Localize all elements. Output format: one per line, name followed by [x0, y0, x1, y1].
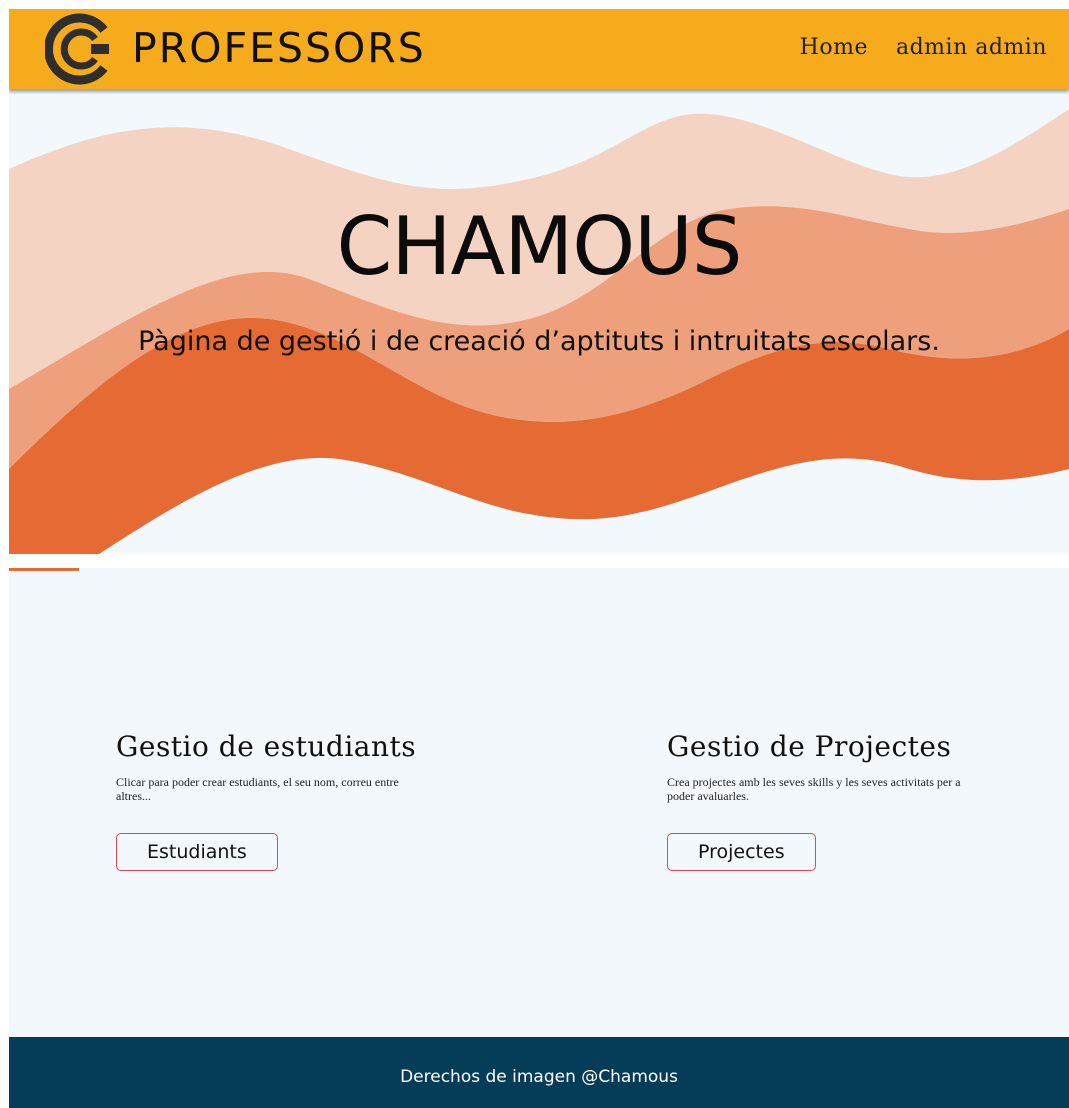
wave-background	[9, 109, 1069, 554]
divider-accent	[9, 568, 79, 571]
footer: Derechos de imagen @Chamous	[9, 1037, 1069, 1108]
nav-links: Home admin admin	[800, 33, 1047, 63]
students-button[interactable]: Estudiants	[116, 833, 278, 871]
brand-name[interactable]: PROFESSORS	[132, 23, 426, 73]
section-divider	[9, 554, 1069, 568]
students-card-description: Clicar para poder crear estudiants, el s…	[116, 775, 399, 803]
projects-card: Gestio de Projectes Crea projectes amb l…	[667, 729, 987, 871]
navbar: PROFESSORS Home admin admin	[9, 9, 1069, 89]
chamous-c-logo-icon[interactable]	[45, 13, 117, 85]
students-card: Gestio de estudiants Clicar para poder c…	[116, 729, 436, 871]
nav-user-link[interactable]: admin admin	[896, 33, 1047, 63]
page: PROFESSORS Home admin admin CHAMOUS Pàgi…	[9, 9, 1069, 1108]
nav-home-link[interactable]: Home	[800, 33, 868, 63]
projects-card-title: Gestio de Projectes	[667, 730, 952, 763]
footer-copyright: Derechos de imagen @Chamous	[400, 1067, 678, 1087]
students-card-title: Gestio de estudiants	[116, 730, 417, 763]
projects-button[interactable]: Projectes	[667, 833, 816, 871]
projects-card-description: Crea projectes amb les seves skills y le…	[667, 775, 961, 803]
hero-title: CHAMOUS	[336, 200, 742, 293]
hero-subtitle: Pàgina de gestió i de creació d’aptituts…	[138, 326, 940, 357]
hero-banner: CHAMOUS Pàgina de gestió i de creació d’…	[9, 89, 1069, 554]
